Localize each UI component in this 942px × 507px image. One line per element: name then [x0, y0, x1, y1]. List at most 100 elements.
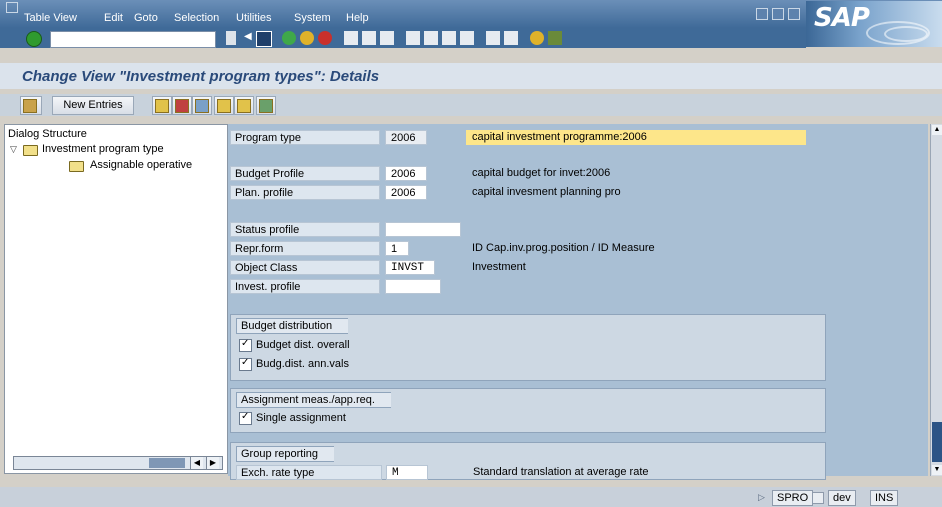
plan-profile-field[interactable]: 2006	[385, 185, 427, 200]
command-history-icon[interactable]	[226, 31, 236, 45]
menu-goto[interactable]: Goto	[134, 12, 158, 24]
menu-edit[interactable]: Edit	[104, 12, 123, 24]
display-change-button[interactable]	[20, 96, 42, 115]
standard-toolbar: ◀	[0, 28, 806, 48]
plan-profile-description: capital invesment planning pro	[472, 186, 621, 198]
program-type-description: capital investment programme:2006	[466, 130, 806, 145]
menu-utilities[interactable]: Utilities	[236, 12, 271, 24]
first-page-icon[interactable]	[406, 31, 420, 45]
scroll-down-arrow-icon[interactable]: ▼	[932, 465, 942, 475]
single-assignment-checkbox[interactable]: ✓ Single assignment	[239, 411, 346, 426]
copy-icon	[155, 99, 169, 113]
object-class-field[interactable]: INVST	[385, 260, 435, 275]
group-reporting-group: Group reporting Exch. rate type M Standa…	[230, 442, 826, 480]
assignment-title: Assignment meas./app.req.	[236, 392, 391, 408]
tree-item-investment-program-type[interactable]: ▽ Investment program type	[5, 142, 227, 158]
tree-horizontal-scrollbar[interactable]: ◀ ▶	[13, 456, 223, 470]
select-all-icon	[259, 99, 273, 113]
object-class-description: Investment	[472, 261, 526, 273]
tree-item-label: Investment program type	[42, 143, 164, 155]
status-expand-icon[interactable]: ▷	[754, 490, 769, 504]
application-toolbar: New Entries	[0, 94, 942, 116]
vertical-scrollbar[interactable]: ▲ ▼	[930, 124, 942, 476]
repr-form-field[interactable]: 1	[385, 241, 409, 256]
sap-logo-text: SAP	[814, 3, 870, 33]
undo-icon	[195, 99, 209, 113]
scroll-thumb[interactable]	[932, 422, 942, 462]
menu-table-view[interactable]: Table View	[24, 12, 77, 24]
invest-profile-field[interactable]	[385, 279, 441, 294]
budget-distribution-title: Budget distribution	[236, 318, 349, 334]
budg-dist-ann-vals-label: Budg.dist. ann.vals	[256, 358, 349, 370]
next-entry-button[interactable]	[234, 96, 254, 115]
save-icon[interactable]	[256, 31, 272, 47]
find-next-icon[interactable]	[380, 31, 394, 45]
close-icon[interactable]	[788, 8, 800, 20]
back-icon[interactable]	[282, 31, 296, 45]
back-arrow-icon[interactable]: ◀	[244, 31, 252, 45]
program-type-label: Program type	[230, 130, 380, 145]
object-class-label: Object Class	[230, 260, 380, 275]
minimize-icon[interactable]	[756, 8, 768, 20]
tree-item-assignable-operative[interactable]: Assignable operative	[5, 158, 227, 174]
print-icon[interactable]	[344, 31, 358, 45]
sap-logo: SAP	[806, 1, 942, 47]
undo-change-button[interactable]	[192, 96, 212, 115]
menu-system[interactable]: System	[294, 12, 331, 24]
checkbox-checked-icon[interactable]: ✓	[239, 411, 252, 425]
scroll-thumb[interactable]	[149, 458, 185, 468]
create-session-icon[interactable]	[486, 31, 500, 45]
menu-bar: Table View Edit Goto Selection Utilities…	[0, 0, 942, 28]
budget-dist-overall-label: Budget dist. overall	[256, 339, 350, 351]
maximize-icon[interactable]	[772, 8, 784, 20]
command-field[interactable]	[50, 31, 216, 48]
select-all-button[interactable]	[256, 96, 276, 115]
exit-icon[interactable]	[300, 31, 314, 45]
budget-profile-label: Budget Profile	[230, 166, 380, 181]
group-reporting-title: Group reporting	[236, 446, 335, 462]
glasses-pencil-icon	[23, 99, 37, 113]
previous-entry-icon	[217, 99, 231, 113]
budget-profile-field[interactable]: 2006	[385, 166, 427, 181]
cancel-icon[interactable]	[318, 31, 332, 45]
enter-checkmark-icon[interactable]	[26, 31, 42, 47]
transaction-code: SPRO	[772, 490, 814, 506]
next-page-icon[interactable]	[442, 31, 456, 45]
find-icon[interactable]	[362, 31, 376, 45]
dialog-structure-header: Dialog Structure	[8, 128, 87, 140]
delete-icon	[175, 99, 189, 113]
scroll-right-arrow-icon[interactable]: ▶	[206, 457, 219, 469]
exch-rate-type-description: Standard translation at average rate	[473, 466, 649, 478]
previous-page-icon[interactable]	[424, 31, 438, 45]
checkbox-checked-icon[interactable]: ✓	[239, 357, 252, 371]
shortcut-icon[interactable]	[504, 31, 518, 45]
scroll-up-arrow-icon[interactable]: ▲	[932, 125, 942, 135]
plan-profile-label: Plan. profile	[230, 185, 380, 200]
layout-menu-icon[interactable]	[548, 31, 562, 45]
collapse-triangle-icon[interactable]: ▽	[10, 144, 17, 155]
last-page-icon[interactable]	[460, 31, 474, 45]
dialog-structure-panel: Dialog Structure ▽ Investment program ty…	[4, 124, 228, 474]
budg-dist-ann-vals-checkbox[interactable]: ✓ Budg.dist. ann.vals	[239, 357, 349, 372]
system-menu-icon[interactable]	[6, 2, 18, 13]
menu-help[interactable]: Help	[346, 12, 369, 24]
budget-dist-overall-checkbox[interactable]: ✓ Budget dist. overall	[239, 338, 350, 353]
delete-button[interactable]	[172, 96, 192, 115]
help-icon[interactable]	[530, 31, 544, 45]
budget-profile-description: capital budget for invet:2006	[472, 167, 611, 179]
scroll-left-arrow-icon[interactable]: ◀	[190, 457, 203, 469]
page-title: Change View "Investment program types": …	[22, 68, 380, 85]
system-name: dev	[828, 490, 856, 506]
menu-selection[interactable]: Selection	[174, 12, 219, 24]
server-info-icon[interactable]	[812, 492, 824, 504]
checkbox-checked-icon[interactable]: ✓	[239, 338, 252, 352]
status-profile-label: Status profile	[230, 222, 380, 237]
status-profile-field[interactable]	[385, 222, 461, 237]
program-type-field: 2006	[385, 130, 427, 145]
new-entries-button[interactable]: New Entries	[52, 96, 134, 115]
exch-rate-type-field[interactable]: M	[386, 465, 428, 480]
previous-entry-button[interactable]	[214, 96, 234, 115]
next-entry-icon	[237, 99, 251, 113]
copy-as-button[interactable]	[152, 96, 172, 115]
repr-form-label: Repr.form	[230, 241, 380, 256]
